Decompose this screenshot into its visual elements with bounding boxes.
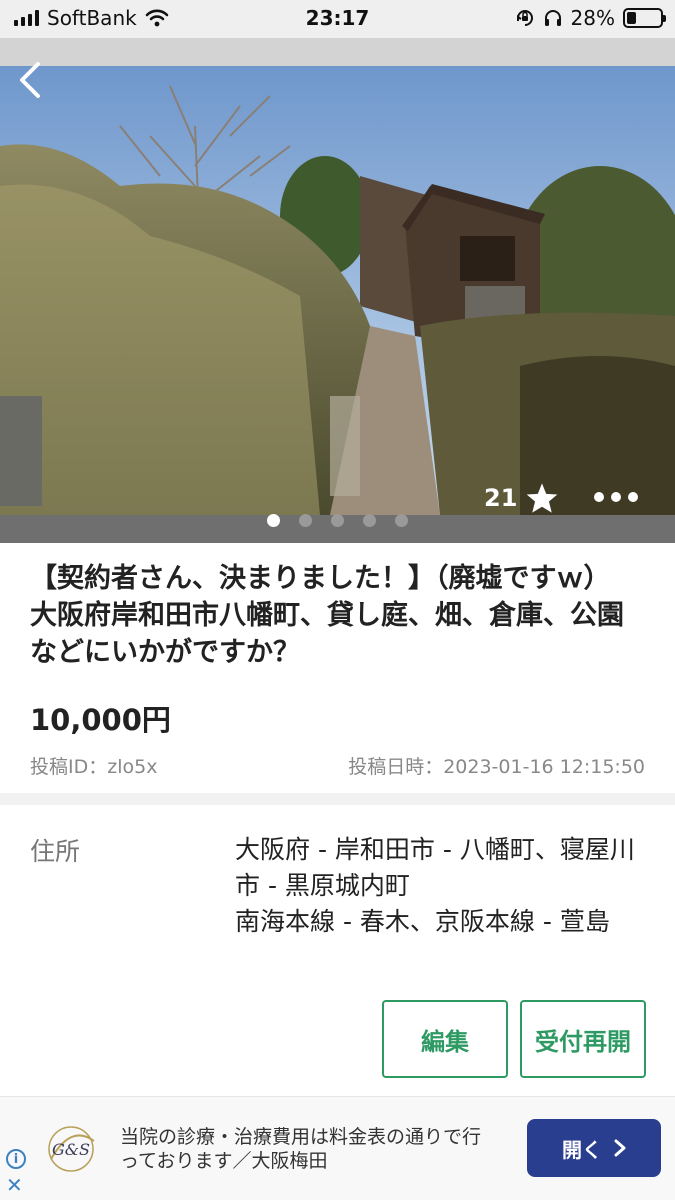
- ad-text: 当院の診療・治療費用は料金表の通りで行っております／大阪梅田: [120, 1126, 482, 1172]
- page-dot[interactable]: [267, 514, 280, 527]
- page-dot[interactable]: [299, 514, 312, 527]
- page-dot[interactable]: [331, 514, 344, 527]
- property-photo: [0, 66, 675, 515]
- address-line: 大阪府 - 岸和田市 - 八幡町、寝屋川市 - 黒原城内町: [235, 835, 635, 900]
- battery-icon: [623, 8, 666, 28]
- svg-text:G&S: G&S: [52, 1140, 90, 1159]
- status-right: 28%: [515, 6, 666, 30]
- reopen-button[interactable]: 受付再開: [520, 1000, 646, 1078]
- battery-level: [627, 12, 636, 24]
- ad-banner[interactable]: i ✕ G&S 当院の診療・治療費用は料金表の通りで行っております／大阪梅田 開…: [0, 1096, 675, 1200]
- page-dot[interactable]: [395, 514, 408, 527]
- orientation-lock-icon: [516, 10, 533, 26]
- address-value: 大阪府 - 岸和田市 - 八幡町、寝屋川市 - 黒原城内町 南海本線 - 春木、…: [235, 832, 650, 940]
- ad-info-icon[interactable]: i: [6, 1149, 26, 1169]
- chevron-right-icon: [614, 1139, 626, 1157]
- listing-title: 【契約者さん、決まりました！】（廃墟ですｗ）大阪府岸和田市八幡町、貸し庭、畑、倉…: [30, 563, 624, 668]
- photo-gallery[interactable]: 21: [0, 38, 675, 543]
- favorite-count: 21: [484, 484, 518, 512]
- edit-button[interactable]: 編集: [382, 1000, 508, 1078]
- section-divider: [0, 793, 675, 805]
- more-icon[interactable]: [594, 484, 638, 510]
- headphones-icon: [544, 10, 561, 26]
- ad-close-icon[interactable]: ✕: [6, 1173, 23, 1197]
- star-icon: [527, 483, 558, 513]
- post-id: 投稿ID：zlo5x: [30, 756, 158, 778]
- posted-at: 投稿日時：2023-01-16 12:15:50: [348, 756, 645, 778]
- ad-open-button[interactable]: 開く: [527, 1119, 661, 1177]
- address-label: 住所: [30, 837, 81, 866]
- page-indicator[interactable]: [0, 514, 675, 527]
- battery-percent: 28%: [570, 6, 615, 30]
- status-bar: SoftBank 23:17 28%: [0, 0, 675, 38]
- back-chevron-icon[interactable]: [12, 58, 48, 102]
- ad-open-label: 開く: [562, 1137, 602, 1162]
- ad-logo: G&S: [48, 1126, 95, 1172]
- listing-price: 10,000円: [30, 703, 171, 737]
- listing-meta: 投稿ID：zlo5x 投稿日時：2023-01-16 12:15:50: [30, 752, 645, 779]
- page-dot[interactable]: [363, 514, 376, 527]
- address-line: 南海本線 - 春木、京阪本線 - 萱島: [235, 907, 610, 936]
- favorite-button[interactable]: 21: [484, 482, 559, 514]
